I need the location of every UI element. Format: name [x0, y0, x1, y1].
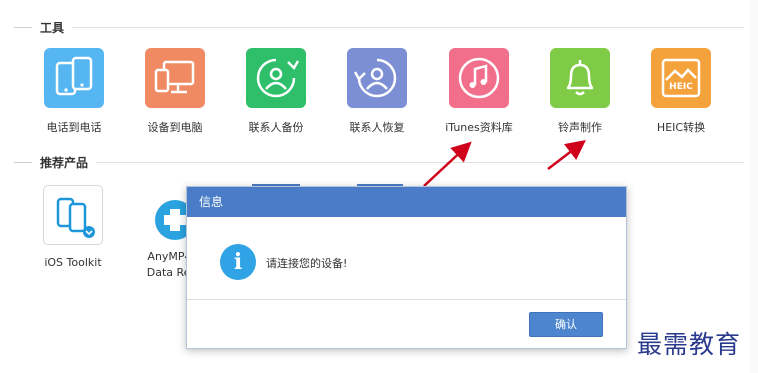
- dialog-message: 请连接您的设备!: [266, 257, 348, 270]
- info-dialog: 信息 i 请连接您的设备! 确认: [186, 186, 627, 349]
- dialog-title: 信息: [187, 187, 626, 217]
- ok-button[interactable]: 确认: [529, 312, 603, 337]
- arrow-to-itunes: [423, 141, 472, 187]
- dialog-divider: [187, 299, 626, 300]
- arrow-to-ringtone: [547, 139, 586, 170]
- watermark: 最需教育: [637, 330, 742, 359]
- info-icon: i: [220, 244, 256, 280]
